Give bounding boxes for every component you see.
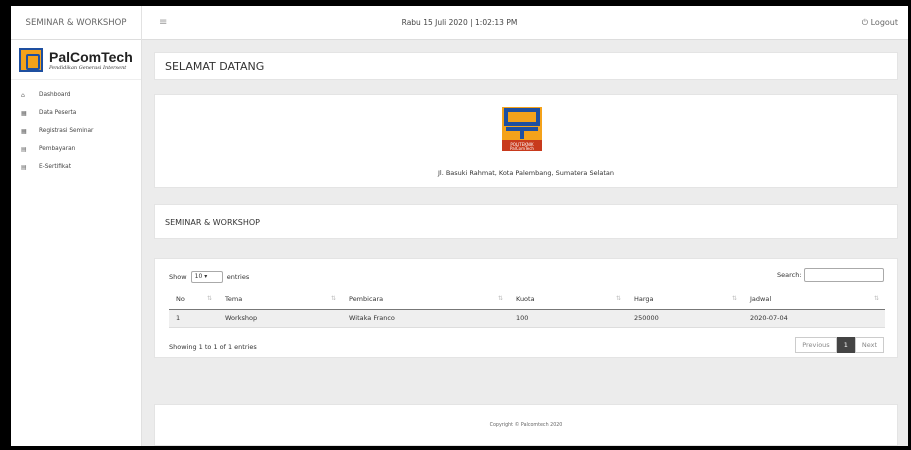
institution-address: Jl. Basuki Rahmat, Kota Palembang, Sumat… — [437, 169, 615, 177]
sort-icon: ⇅ — [873, 294, 879, 302]
logo-subtitle: Pendidikan Generasi Intersent — [49, 64, 127, 71]
table-controls: Show 10 ▾ entries Search: — [155, 267, 897, 285]
date-time-display: Rabu 15 Juli 2020 | 1:02:13 PM — [401, 18, 518, 27]
sort-icon: ⇅ — [731, 294, 737, 302]
logout-button[interactable]: ⏻ Logout — [862, 6, 898, 40]
page-title: SELAMAT DATANG — [154, 52, 898, 80]
logout-label: Logout — [870, 18, 898, 27]
sidebar-item-label: Pembayaran — [39, 146, 76, 152]
column-header-tema[interactable]: Tema ⇅ — [218, 289, 342, 310]
column-header-pembicara[interactable]: Pembicara ⇅ — [342, 289, 509, 310]
sidebar-item-dashboard[interactable]: ⌂ Dashboard — [11, 86, 141, 104]
table-header-row: No ⇅ Tema ⇅ Pembicara ⇅ Kuota ⇅ Harga ⇅ Jadwa… — [169, 289, 885, 310]
sidebar-menu: ⌂ Dashboard ▦ Data Peserta ▦ Registrasi … — [11, 80, 141, 176]
sidebar-item-e-sertifikat[interactable]: ▤ E-Sertifikat — [11, 158, 141, 176]
page-length-control: Show 10 ▾ entries — [169, 271, 249, 283]
seminar-table-card: Show 10 ▾ entries Search: No ⇅ Tema ⇅ Pemb… — [154, 258, 898, 358]
sidebar-item-data-peserta[interactable]: ▦ Data Peserta — [11, 104, 141, 122]
section-title: SEMINAR & WORKSHOP — [154, 204, 898, 239]
cell-jadwal: 2020-07-04 — [743, 309, 885, 328]
page-1-button[interactable]: 1 — [836, 337, 855, 353]
sort-icon: ⇅ — [206, 294, 212, 302]
cell-pembicara: Witaka Franco — [342, 309, 509, 328]
cell-tema: Workshop — [218, 309, 342, 328]
sort-icon: ⇅ — [615, 294, 621, 302]
sidebar-item-registrasi-seminar[interactable]: ▦ Registrasi Seminar — [11, 122, 141, 140]
sidebar-item-label: E-Sertifikat — [39, 164, 71, 170]
column-header-kuota[interactable]: Kuota ⇅ — [509, 289, 627, 310]
certificate-icon: ▤ — [21, 163, 27, 171]
table-row: 1 Workshop Witaka Franco 100 250000 2020… — [169, 309, 885, 328]
seminar-table: No ⇅ Tema ⇅ Pembicara ⇅ Kuota ⇅ Harga ⇅ Jadwa… — [169, 289, 885, 328]
sidebar-logo[interactable]: PalComTech Pendidikan Generasi Intersent — [11, 40, 141, 80]
search-input[interactable] — [804, 268, 884, 282]
previous-button[interactable]: Previous — [795, 337, 837, 353]
table-info: Showing 1 to 1 of 1 entries — [169, 343, 257, 351]
page-length-select[interactable]: 10 ▾ — [190, 271, 223, 283]
sidebar-item-label: Dashboard — [39, 92, 71, 98]
entries-label: entries — [226, 273, 250, 281]
pagination: Previous 1 Next — [795, 337, 884, 353]
sidebar-item-label: Registrasi Seminar — [39, 128, 94, 134]
column-header-harga[interactable]: Harga ⇅ — [627, 289, 743, 310]
politeknik-logo-icon: POLITEKNIK PalComTech — [502, 107, 542, 151]
payment-icon: ▤ — [21, 145, 27, 153]
sort-icon: ⇅ — [497, 294, 503, 302]
power-icon: ⏻ — [861, 18, 869, 27]
chevron-down-icon: ▾ — [204, 273, 208, 280]
cell-no: 1 — [169, 309, 218, 328]
users-icon: ▦ — [21, 109, 27, 117]
sidebar-item-label: Data Peserta — [39, 110, 77, 116]
cell-harga: 250000 — [627, 309, 743, 328]
app-window: SEMINAR & WORKSHOP ≡ Rabu 15 Juli 2020 |… — [11, 6, 908, 446]
column-header-jadwal[interactable]: Jadwal ⇅ — [743, 289, 885, 310]
sort-icon: ⇅ — [330, 294, 336, 302]
logo-title: PalComTech — [49, 48, 133, 65]
home-icon: ⌂ — [21, 91, 25, 99]
sidebar-item-pembayaran[interactable]: ▤ Pembayaran — [11, 140, 141, 158]
show-label: Show — [169, 273, 187, 281]
svg-text:PalComTech: PalComTech — [510, 146, 534, 151]
search-label: Search: — [777, 271, 802, 279]
palcomtech-logo-icon — [19, 47, 43, 72]
register-icon: ▦ — [21, 127, 27, 135]
next-button[interactable]: Next — [854, 337, 884, 353]
sidebar: PalComTech Pendidikan Generasi Intersent… — [11, 40, 142, 446]
top-navbar: SEMINAR & WORKSHOP ≡ Rabu 15 Juli 2020 |… — [11, 6, 908, 40]
cell-kuota: 100 — [509, 309, 627, 328]
institution-card: POLITEKNIK PalComTech Jl. Basuki Rahmat,… — [154, 94, 898, 188]
column-header-no[interactable]: No ⇅ — [169, 289, 218, 310]
footer-copyright: Copyright © Palcomtech 2020 — [154, 404, 898, 446]
